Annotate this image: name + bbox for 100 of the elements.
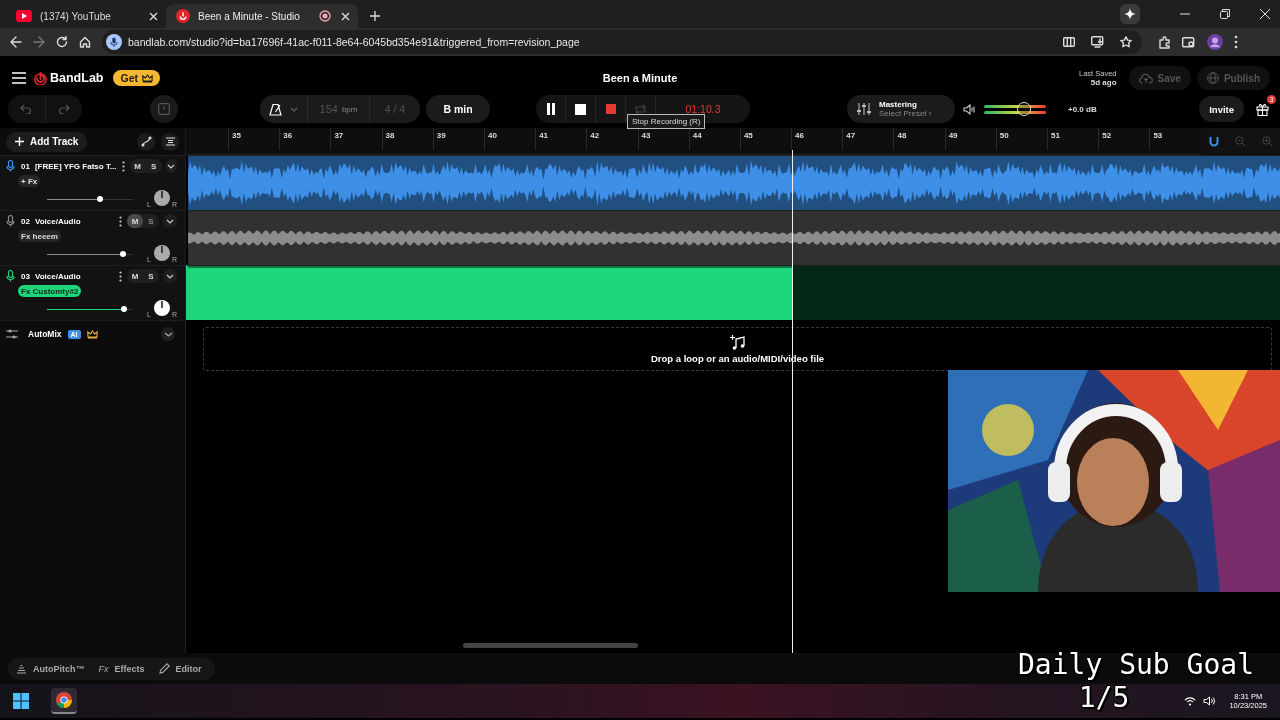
bar-number: 45: [739, 128, 792, 150]
record-icon: [605, 104, 616, 114]
timeline-ruler[interactable]: 35 36 37 38 39 40 41 42 43 44 45 46 47 48 49 50 51 52 53: [186, 128, 1280, 155]
metronome-icon: [269, 102, 282, 116]
pan-knob[interactable]: [153, 299, 171, 317]
pan-knob[interactable]: [153, 189, 171, 207]
invite-button[interactable]: Invite: [1199, 96, 1244, 122]
cloud-upload-icon: [1138, 72, 1153, 84]
forward-icon[interactable]: [33, 36, 45, 48]
caret-icon: [290, 106, 298, 112]
crown-icon: [86, 329, 98, 339]
close-icon[interactable]: [149, 11, 158, 21]
wifi-icon[interactable]: [1184, 696, 1197, 706]
avatar-icon[interactable]: [1207, 34, 1223, 50]
editor-button[interactable]: Editor: [158, 663, 202, 674]
more-icon[interactable]: [119, 270, 122, 282]
address-field[interactable]: bandlab.com/studio?id=ba17696f-41ac-f011-8e64-6045bd354e91&triggered_from=revision_page: [102, 30, 1142, 54]
sparkle-icon: [1124, 8, 1136, 20]
loop-icon: [634, 103, 647, 115]
home-icon[interactable]: [79, 36, 91, 48]
view-button[interactable]: [150, 95, 178, 123]
speaker-icon[interactable]: [1203, 696, 1216, 706]
close-icon[interactable]: [1260, 9, 1270, 19]
browser-tab[interactable]: Been a Minute - Studio: [166, 4, 358, 28]
more-icon[interactable]: [1234, 35, 1238, 49]
slider-thumb[interactable]: [119, 251, 126, 257]
solo-button[interactable]: S: [145, 159, 162, 173]
add-track-button[interactable]: Add Track: [6, 131, 88, 152]
expand-button[interactable]: [161, 327, 175, 341]
solo-button[interactable]: S: [143, 214, 159, 228]
record-indicator-icon: [319, 10, 331, 22]
get-button[interactable]: Get: [113, 70, 160, 86]
pencil-icon: [158, 663, 170, 674]
recording-clip[interactable]: [188, 266, 1280, 320]
bar-number: 42: [586, 128, 638, 150]
collapse-button[interactable]: [161, 132, 179, 151]
extensions-icon[interactable]: [1158, 35, 1171, 49]
pan-knob[interactable]: [153, 244, 171, 262]
tempo-field[interactable]: 154 bpm: [308, 95, 370, 123]
star-icon[interactable]: [1120, 36, 1132, 48]
bar-number: 41: [535, 128, 587, 150]
caret-icon: [167, 163, 176, 169]
reload-icon[interactable]: [56, 36, 68, 48]
back-icon[interactable]: [10, 36, 22, 48]
mute-button[interactable]: M: [127, 269, 143, 283]
plus-icon: [15, 137, 24, 146]
bar-number: 35: [228, 128, 280, 150]
mastering-button[interactable]: Mastering Select Preset ›: [847, 95, 955, 123]
magnet-icon[interactable]: [1208, 136, 1219, 147]
slider-thumb[interactable]: [1017, 102, 1032, 116]
mute-button[interactable]: M: [127, 214, 143, 228]
expand-button[interactable]: [165, 159, 177, 173]
scrollbar-thumb[interactable]: [463, 643, 638, 648]
master-volume-slider[interactable]: [984, 102, 1046, 116]
volume-reading: +0.0 dB: [1068, 104, 1097, 114]
browser-tab[interactable]: (1374) YouTube: [6, 4, 166, 28]
tooltip: Stop Recording (R): [627, 114, 706, 129]
time-display: 01:10.3: [684, 103, 722, 115]
bar-number: 47: [842, 128, 894, 150]
bar-number: 36: [279, 128, 331, 150]
autopitch-button[interactable]: AutoPitch™: [16, 663, 85, 674]
track-number: 02: [21, 216, 30, 226]
curve-button[interactable]: [137, 132, 155, 151]
taskbar-app[interactable]: [51, 688, 77, 714]
effects-chip[interactable]: + Fx: [18, 175, 41, 187]
expand-button[interactable]: [163, 214, 177, 228]
speaker-icon[interactable]: [963, 103, 975, 115]
close-icon[interactable]: [341, 11, 350, 21]
mute-button[interactable]: M: [129, 159, 146, 173]
automix-label: AutoMix: [28, 329, 62, 339]
track-number: 03: [21, 271, 30, 281]
slider-thumb[interactable]: [97, 196, 104, 202]
search-tab-icon[interactable]: [1182, 35, 1196, 49]
restore-icon[interactable]: [1220, 9, 1230, 19]
effects-chip[interactable]: Fx heeem: [18, 230, 61, 242]
effects-chip[interactable]: Fx Customty#2: [18, 285, 82, 297]
crown-icon: [142, 73, 153, 83]
caret-icon: [166, 218, 174, 224]
track-name: Voice/Audio: [34, 271, 82, 281]
caret-icon: [163, 331, 173, 337]
redo-icon: [57, 104, 70, 114]
windows-icon[interactable]: [13, 693, 29, 709]
install-icon[interactable]: [1091, 36, 1104, 48]
menu-icon[interactable]: [12, 72, 26, 84]
sliders-icon: [857, 102, 871, 116]
effects-button[interactable]: Fx Effects: [98, 663, 145, 674]
more-icon[interactable]: [119, 215, 122, 227]
logo-icon: [34, 71, 47, 85]
new-tab-icon[interactable]: [370, 11, 380, 21]
globe-icon: [1206, 72, 1219, 84]
waveform[interactable]: [188, 211, 1280, 265]
more-icon[interactable]: [121, 160, 125, 172]
gift-icon: [1255, 102, 1269, 116]
slider-thumb[interactable]: [120, 306, 127, 312]
solo-button[interactable]: S: [143, 269, 159, 283]
bar-number: 40: [483, 128, 536, 150]
key-button[interactable]: B min: [426, 95, 490, 123]
sparkle-button[interactable]: [1120, 4, 1140, 24]
reader-icon[interactable]: [1063, 36, 1075, 48]
expand-button[interactable]: [163, 269, 177, 283]
